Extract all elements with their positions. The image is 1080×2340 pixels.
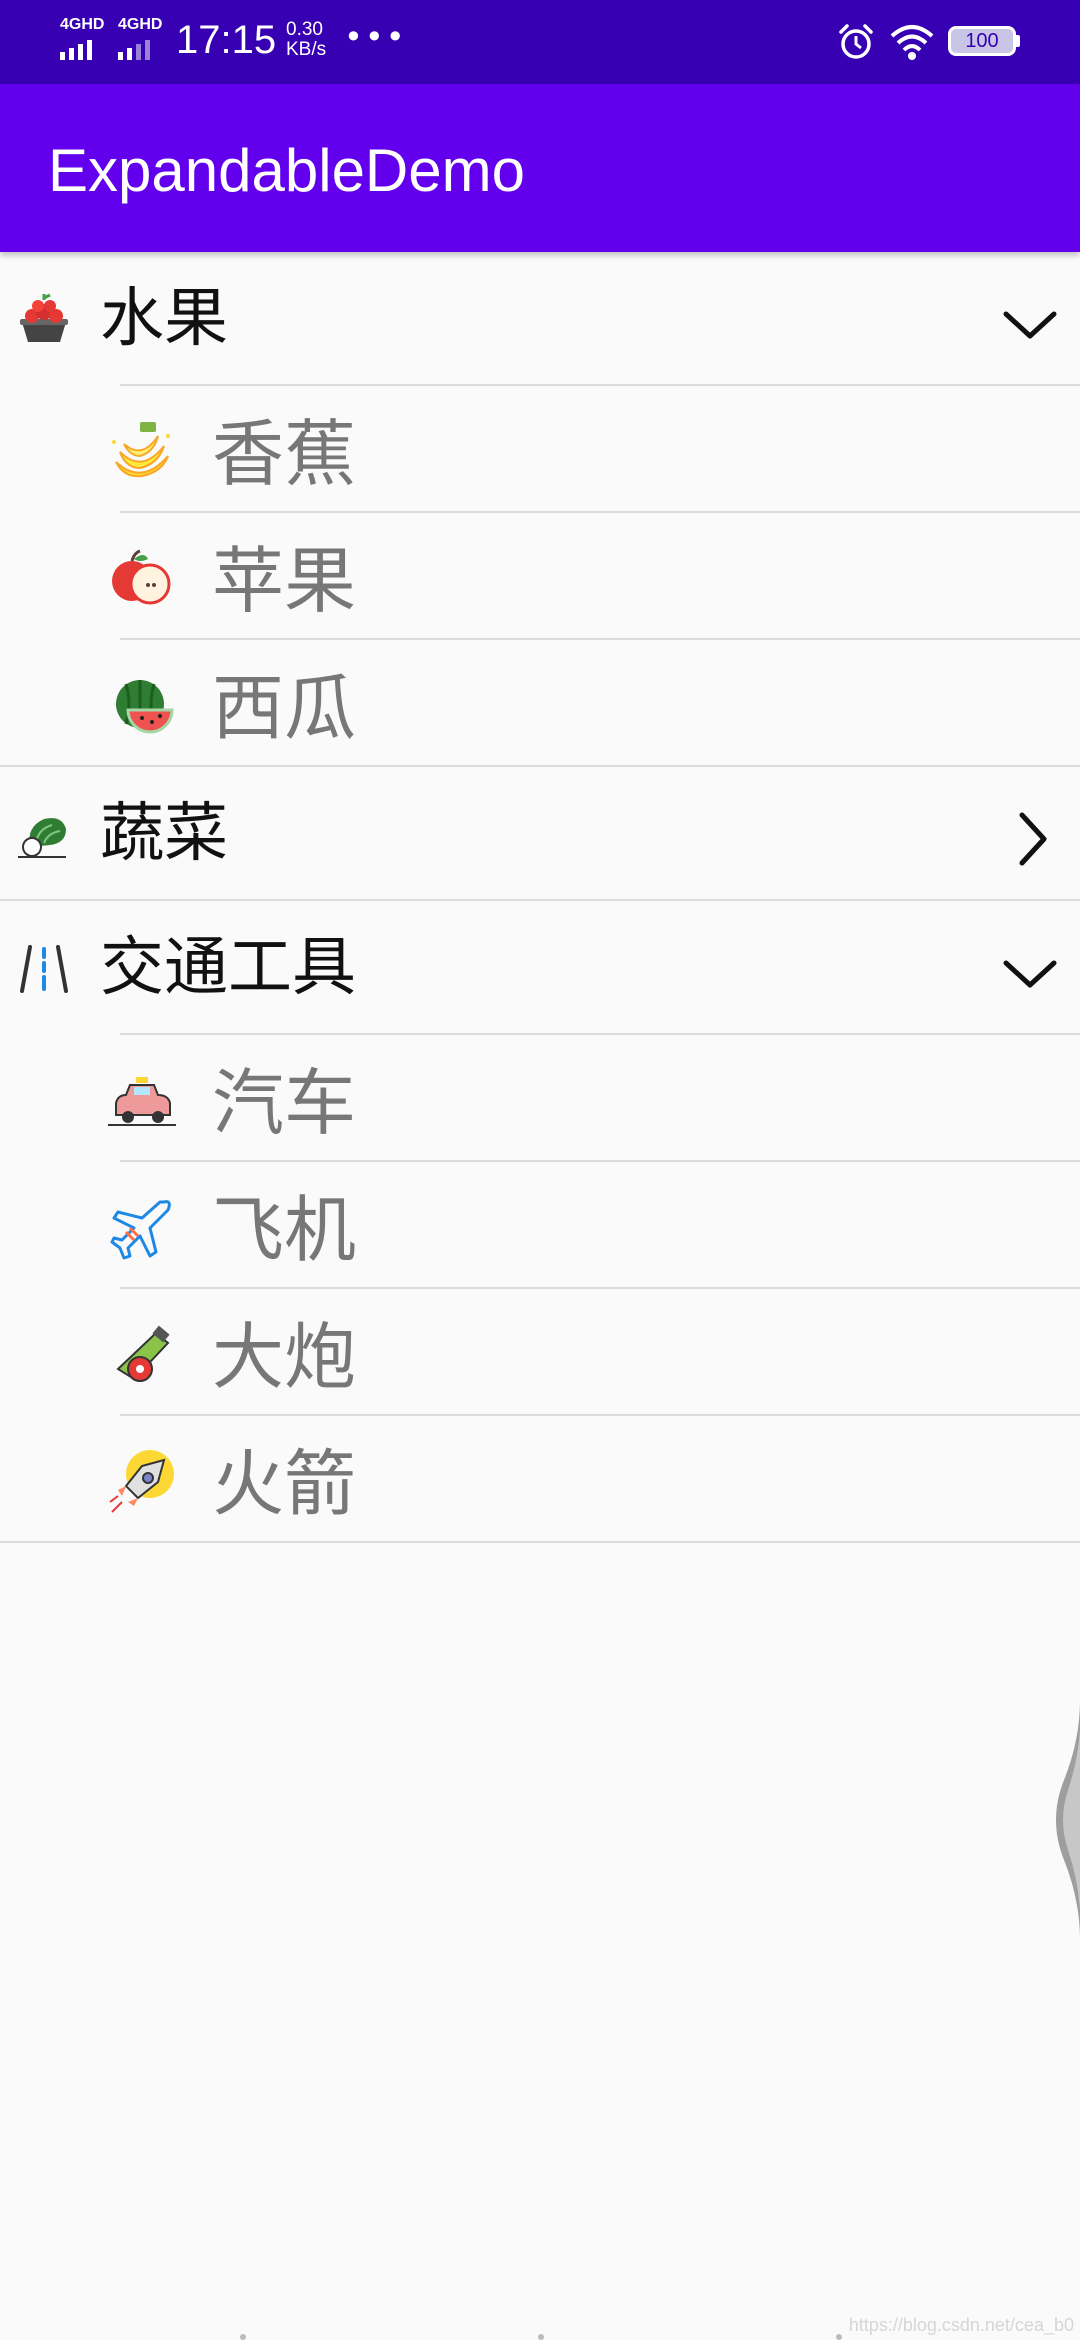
rocket-icon xyxy=(109,1450,174,1513)
vegetable-icon xyxy=(18,818,66,858)
signal-2-icon: 4GHD xyxy=(118,16,168,60)
child-label: 大炮 xyxy=(212,1315,357,1399)
child-label: 汽车 xyxy=(212,1061,357,1145)
road-icon xyxy=(20,945,68,993)
group-fruit[interactable]: 水果 xyxy=(0,252,1080,386)
group-label: 水果 xyxy=(100,282,228,356)
child-label: 苹果 xyxy=(212,539,357,623)
speed-value: 0.30 xyxy=(286,19,323,40)
app-bar: ExpandableDemo xyxy=(0,84,1080,252)
network-type-2: 4GHD xyxy=(118,16,163,33)
chevron-down-icon[interactable] xyxy=(1000,294,1060,354)
wifi-icon xyxy=(890,25,934,60)
group-vegetable[interactable]: 蔬菜 xyxy=(0,767,1080,901)
battery-tip xyxy=(1016,35,1020,47)
nav-dot xyxy=(538,2334,544,2340)
chevron-down-icon[interactable] xyxy=(1000,943,1060,1003)
group-label: 交通工具 xyxy=(100,931,356,1005)
network-type-1: 4GHD xyxy=(60,16,105,33)
child-label: 西瓜 xyxy=(212,666,357,750)
child-item-airplane[interactable]: 飞机 xyxy=(0,1162,1080,1289)
child-item-car[interactable]: 汽车 xyxy=(0,1035,1080,1162)
airplane-icon xyxy=(110,1200,171,1260)
watermark: https://blog.csdn.net/cea_b0 xyxy=(848,2315,1074,2335)
chevron-right-icon[interactable] xyxy=(1000,809,1060,869)
child-label: 火箭 xyxy=(212,1442,357,1526)
nav-dot xyxy=(836,2334,842,2340)
status-bar: 4GHD 4GHD 17:15 0.30 KB/s ••• 100 xyxy=(0,0,1080,84)
car-icon xyxy=(108,1077,176,1126)
battery-icon: 100 xyxy=(948,26,1016,56)
expandable-list: 水果 香蕉 苹果 西瓜 蔬菜 交通工具 汽车 飞机 大炮 火箭 xyxy=(0,252,1080,1543)
signal-1-icon: 4GHD xyxy=(60,16,110,60)
banana-icon xyxy=(112,422,170,478)
app-title: ExpandableDemo xyxy=(48,137,525,204)
edge-handle-icon[interactable] xyxy=(1040,1700,1080,1940)
group-label: 蔬菜 xyxy=(100,797,228,871)
clock: 17:15 xyxy=(176,18,277,62)
alarm-icon xyxy=(839,24,873,59)
child-item-banana[interactable]: 香蕉 xyxy=(0,386,1080,513)
apple-icon xyxy=(112,549,171,605)
cannon-icon xyxy=(116,1325,170,1382)
child-label: 香蕉 xyxy=(212,412,357,496)
network-speed: 0.30 KB/s xyxy=(286,20,326,60)
child-item-rocket[interactable]: 火箭 xyxy=(0,1416,1080,1543)
group-vehicles[interactable]: 交通工具 xyxy=(0,901,1080,1035)
watermelon-icon xyxy=(116,680,174,734)
child-item-watermelon[interactable]: 西瓜 xyxy=(0,640,1080,767)
child-item-apple[interactable]: 苹果 xyxy=(0,513,1080,640)
nav-dot xyxy=(240,2334,246,2340)
child-item-cannon[interactable]: 大炮 xyxy=(0,1289,1080,1416)
child-label: 飞机 xyxy=(212,1188,357,1272)
more-notifications-icon: ••• xyxy=(344,18,407,56)
divider xyxy=(0,1541,1080,1543)
fruit-basket-icon xyxy=(20,293,68,342)
speed-unit: KB/s xyxy=(286,39,327,60)
